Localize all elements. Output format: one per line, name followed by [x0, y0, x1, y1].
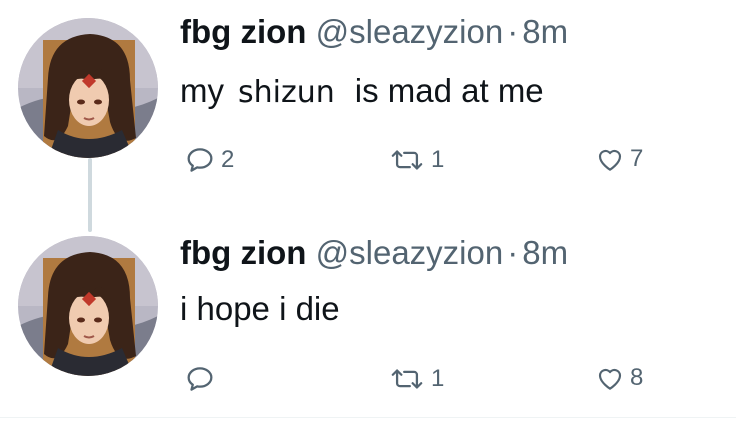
reply-button[interactable]: 2 — [183, 143, 234, 177]
like-button[interactable]: 8 — [594, 362, 643, 394]
like-icon — [598, 149, 622, 171]
like-count: 7 — [630, 145, 644, 172]
avatar[interactable] — [18, 236, 158, 376]
handle[interactable]: @sleazyzion — [316, 234, 504, 271]
separator-dot: · — [507, 13, 519, 50]
tweet-text: i hope i die — [180, 290, 340, 327]
tweet-text-pasted-word: shizun — [238, 75, 335, 110]
retweet-icon — [391, 150, 423, 170]
anime-character-avatar-icon — [18, 18, 158, 158]
retweet-count: 1 — [431, 365, 445, 392]
anime-character-avatar-icon — [18, 236, 158, 376]
handle[interactable]: @sleazyzion — [316, 13, 504, 50]
tweet-text-start: my — [180, 72, 224, 109]
separator-dot: · — [507, 234, 519, 271]
retweet-count: 1 — [431, 146, 445, 173]
reply-icon — [187, 367, 213, 391]
retweet-icon — [391, 369, 423, 389]
thread-connector-line — [88, 158, 92, 232]
avatar[interactable] — [18, 18, 158, 158]
like-button[interactable]: 7 — [594, 143, 643, 175]
tweet-text: my shizun is mad at me — [180, 71, 544, 113]
like-count: 8 — [630, 364, 644, 391]
reply-button[interactable] — [183, 362, 221, 396]
display-name[interactable]: fbg zion — [180, 234, 306, 271]
timestamp[interactable]: 8m — [522, 13, 568, 50]
retweet-button[interactable]: 1 — [387, 362, 444, 396]
bottom-divider — [0, 417, 736, 418]
tweet-header: fbg zion @sleazyzion · 8m — [180, 233, 568, 273]
retweet-button[interactable]: 1 — [387, 143, 444, 177]
tweet-text-end: is mad at me — [354, 72, 544, 109]
timestamp[interactable]: 8m — [522, 234, 568, 271]
display-name[interactable]: fbg zion — [180, 13, 306, 50]
reply-icon — [187, 148, 213, 172]
reply-count: 2 — [221, 146, 235, 173]
tweet-header: fbg zion @sleazyzion · 8m — [180, 12, 568, 52]
like-icon — [598, 368, 622, 390]
